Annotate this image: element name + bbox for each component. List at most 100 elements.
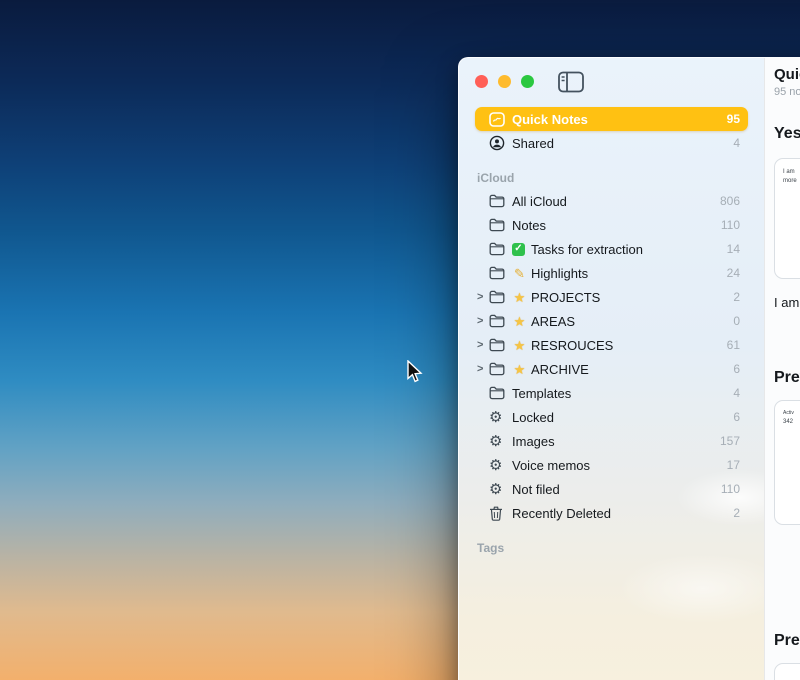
sidebar-item-voice-memos[interactable]: ⚙ Voice memos 17: [475, 453, 748, 477]
item-count-badge: 157: [719, 434, 740, 448]
sidebar-item-resrouces[interactable]: > ★ RESROUCES 61: [475, 333, 748, 357]
item-count-badge: 95: [726, 112, 740, 126]
sidebar-item-label: All iCloud: [512, 193, 567, 209]
note-card[interactable]: [774, 663, 800, 680]
sidebar-item-label: Voice memos: [512, 457, 591, 473]
shared-person-icon: [489, 135, 506, 151]
sidebar-item-quick-notes[interactable]: Quick Notes 95: [475, 107, 748, 131]
sidebar-item-templates[interactable]: Templates 4: [475, 381, 748, 405]
item-count-badge: 4: [733, 136, 740, 150]
zoom-button[interactable]: [521, 75, 534, 88]
sidebar-item-label: ARCHIVE: [531, 361, 589, 377]
folder-icon: [489, 313, 506, 329]
sidebar-item-label: Shared: [512, 135, 554, 151]
sidebar-item-label: Images: [512, 433, 555, 449]
smart-folder-gear-icon: ⚙: [489, 456, 503, 474]
sidebar-item-highlights[interactable]: ✎ Highlights 24: [475, 261, 748, 285]
note-preview-line: I am: [783, 169, 795, 175]
note-preview-line: more: [783, 178, 797, 185]
chevron-right-icon[interactable]: >: [477, 315, 489, 327]
group-heading-yesterday: Yesterday: [774, 125, 800, 142]
sidebar-item-areas[interactable]: > ★ AREAS 0: [475, 309, 748, 333]
sidebar-item-label: AREAS: [531, 313, 576, 329]
sidebar-item-label: Not filed: [512, 481, 560, 497]
item-count-badge: 806: [719, 194, 740, 208]
item-count-badge: 110: [720, 482, 740, 496]
item-count-badge: 2: [733, 506, 740, 520]
sidebar-item-label: RESROUCES: [531, 337, 614, 353]
sidebar-item-label: Templates: [512, 385, 572, 401]
writing-pen-icon: ✎: [514, 265, 525, 281]
item-count-badge: 4: [733, 386, 740, 400]
trash-icon: [489, 505, 506, 521]
mouse-cursor: [406, 359, 423, 389]
traffic-lights: [475, 75, 534, 88]
note-preview-line: Activ: [783, 410, 794, 416]
chevron-right-icon[interactable]: >: [477, 363, 489, 375]
group-heading-previous-30-days: Previous 30 Days: [774, 632, 800, 649]
sidebar-item-label: Highlights: [531, 265, 589, 281]
close-button[interactable]: [475, 75, 488, 88]
notes-panel-count: 95 notes: [774, 86, 800, 98]
sidebar-item-recently-deleted[interactable]: Recently Deleted 2: [475, 501, 748, 525]
folder-icon: [489, 265, 506, 281]
sidebar-item-archive[interactable]: > ★ ARCHIVE 6: [475, 357, 748, 381]
notes-panel-title: Quick Notes: [774, 66, 800, 83]
sidebar-item-label: PROJECTS: [531, 289, 601, 305]
smart-folder-gear-icon: ⚙: [489, 408, 503, 426]
item-count-badge: 6: [733, 362, 740, 376]
star-icon: ★: [513, 289, 526, 305]
note-card[interactable]: I am more: [774, 158, 800, 279]
item-count-badge: 6: [733, 410, 740, 424]
sidebar-item-label: Recently Deleted: [512, 505, 611, 521]
folder-icon: [489, 241, 506, 257]
section-header-tags: Tags: [477, 541, 505, 555]
folder-icon: [489, 337, 506, 353]
sidebar: Quick Notes 95 Shared 4 iCloud All iClou…: [459, 58, 764, 680]
item-count-badge: 24: [726, 266, 740, 280]
folder-icon: [489, 289, 506, 305]
minimize-button[interactable]: [498, 75, 511, 88]
sidebar-toggle-icon[interactable]: [558, 71, 584, 98]
notes-app-window: Quick Notes 95 Shared 4 iCloud All iClou…: [458, 57, 800, 680]
sidebar-item-tasks-for-extraction[interactable]: ✓ Tasks for extraction 14: [475, 237, 748, 261]
sidebar-item-label: Locked: [512, 409, 554, 425]
note-card[interactable]: Activ 342: [774, 400, 800, 525]
check-icon: ✓: [512, 242, 525, 256]
sidebar-item-label: Quick Notes: [512, 111, 588, 127]
item-count-badge: 0: [733, 314, 740, 328]
sidebar-item-label: Tasks for extraction: [531, 241, 643, 257]
star-icon: ★: [513, 313, 526, 329]
sidebar-item-not-filed[interactable]: ⚙ Not filed 110: [475, 477, 748, 501]
smart-folder-gear-icon: ⚙: [489, 480, 503, 498]
chevron-right-icon[interactable]: >: [477, 291, 489, 303]
sidebar-item-all-icloud[interactable]: All iCloud 806: [475, 189, 748, 213]
star-icon: ★: [513, 337, 526, 353]
star-icon: ★: [513, 361, 526, 377]
section-header-icloud: iCloud: [477, 171, 515, 185]
window-titlebar[interactable]: [459, 58, 764, 107]
note-title: I am: [774, 295, 800, 310]
quick-note-icon: [489, 111, 506, 127]
sidebar-item-notes[interactable]: Notes 110: [475, 213, 748, 237]
item-count-badge: 110: [720, 218, 740, 232]
folder-icon: [489, 385, 506, 401]
sidebar-item-projects[interactable]: > ★ PROJECTS 2: [475, 285, 748, 309]
sidebar-item-images[interactable]: ⚙ Images 157: [475, 429, 748, 453]
group-heading-previous-7-days: Previous 7 Days: [774, 369, 800, 386]
smart-folder-gear-icon: ⚙: [489, 432, 503, 450]
notes-list-panel: Quick Notes 95 notes Yesterday I am more…: [764, 58, 800, 680]
sidebar-item-locked[interactable]: ⚙ Locked 6: [475, 405, 748, 429]
sidebar-item-label: Notes: [512, 217, 546, 233]
desktop-background: Quick Notes 95 Shared 4 iCloud All iClou…: [0, 0, 800, 680]
item-count-badge: 14: [726, 242, 740, 256]
folder-icon: [489, 361, 506, 377]
note-preview-line: 342: [783, 418, 794, 425]
sidebar-item-shared[interactable]: Shared 4: [475, 131, 748, 155]
folder-icon: [489, 217, 506, 233]
chevron-right-icon[interactable]: >: [477, 339, 489, 351]
item-count-badge: 17: [726, 458, 740, 472]
folder-icon: [489, 193, 506, 209]
item-count-badge: 61: [726, 338, 740, 352]
item-count-badge: 2: [733, 290, 740, 304]
